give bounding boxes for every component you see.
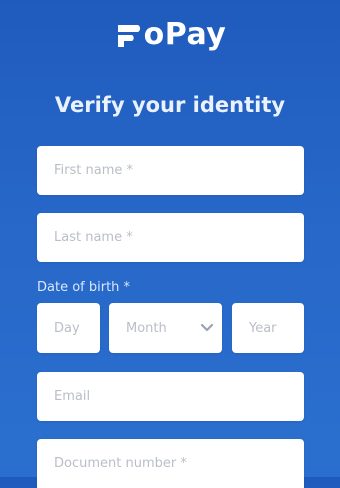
- dob-month-placeholder: Month: [126, 320, 167, 336]
- document-number-field[interactable]: Document number *: [37, 439, 304, 488]
- chevron-down-icon: [200, 323, 214, 332]
- email-placeholder: Email: [54, 389, 91, 404]
- date-of-birth-label: Date of birth *: [37, 280, 131, 295]
- first-name-field[interactable]: First name *: [37, 146, 304, 195]
- dob-year-field[interactable]: Year: [232, 303, 304, 353]
- last-name-placeholder: Last name *: [54, 230, 133, 245]
- brand-name: oPay: [143, 17, 227, 52]
- first-name-placeholder: First name *: [54, 163, 133, 178]
- last-name-field[interactable]: Last name *: [37, 213, 304, 262]
- fopay-f-mark-icon: [117, 25, 140, 47]
- brand-logo: oPay: [0, 16, 340, 54]
- email-field[interactable]: Email: [37, 372, 304, 421]
- dob-month-select[interactable]: Month: [109, 303, 222, 353]
- dob-day-placeholder: Day: [54, 320, 80, 336]
- page-title: Verify your identity: [54, 93, 286, 117]
- dob-day-field[interactable]: Day: [37, 303, 100, 353]
- document-number-placeholder: Document number *: [54, 456, 187, 471]
- dob-year-placeholder: Year: [249, 320, 277, 336]
